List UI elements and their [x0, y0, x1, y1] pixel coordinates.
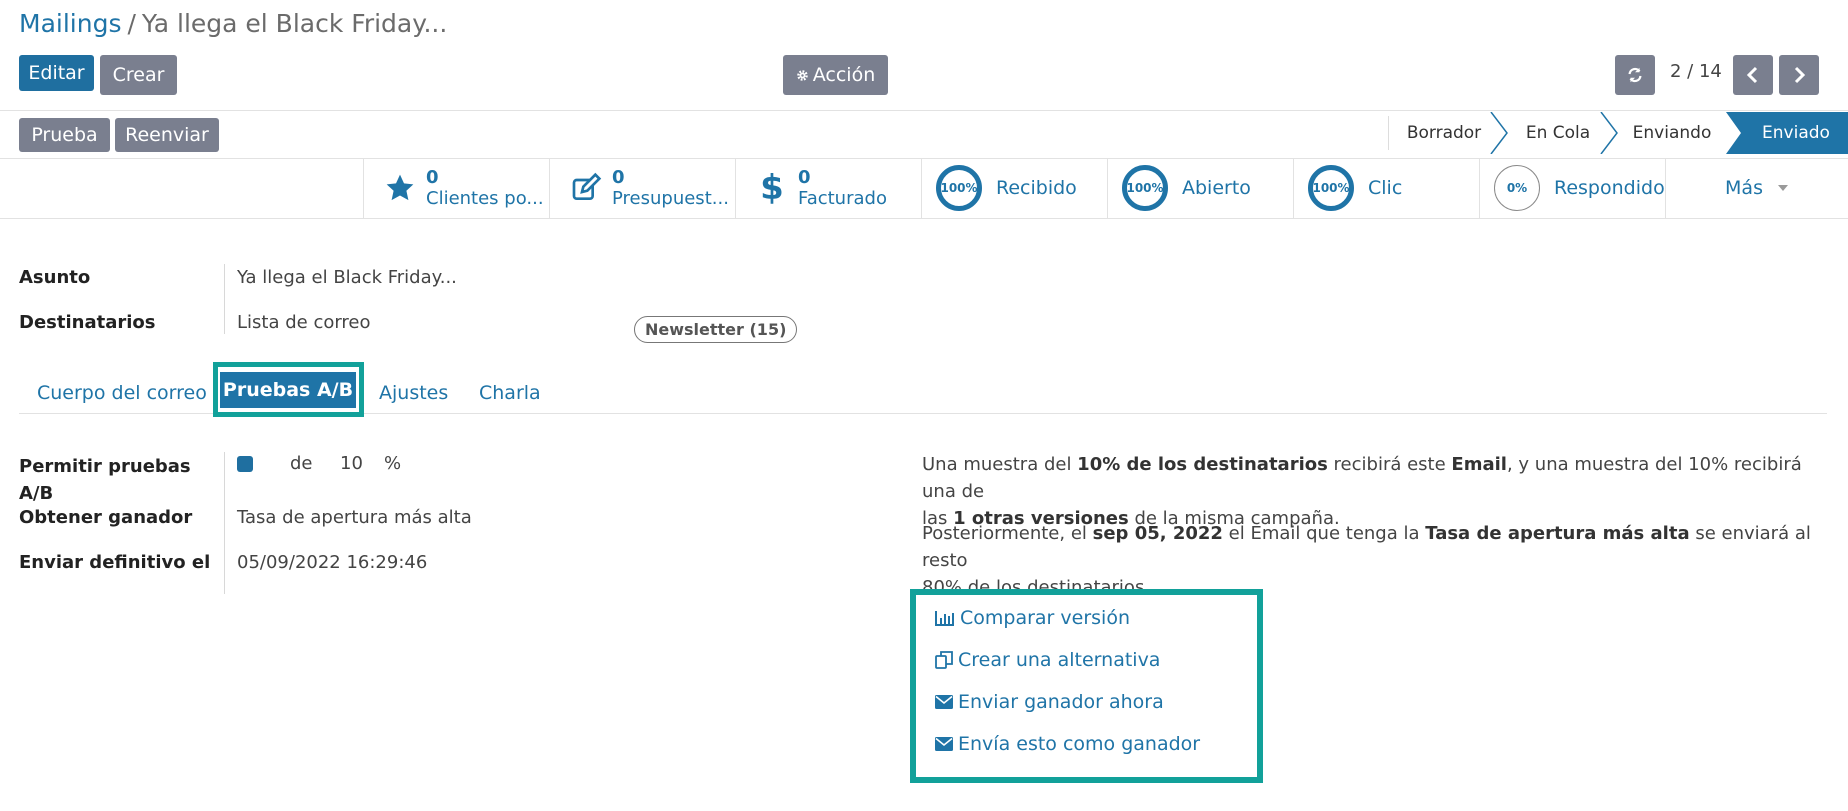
recipients-list-tag[interactable]: Newsletter (15) [634, 316, 798, 343]
allow-ab-label: Permitir pruebas A/B [19, 453, 191, 507]
create-alternative-label: Crear una alternativa [958, 649, 1161, 671]
envelope-icon [935, 695, 953, 709]
tab-ab-testing[interactable]: Pruebas A/B [220, 372, 356, 408]
ab-percent-input[interactable]: 10 [340, 453, 363, 474]
subject-value: Ya llega el Black Friday... [237, 267, 457, 288]
ab-de-label: de [290, 453, 313, 474]
stat-customers-button[interactable]: 0 Clientes po... [363, 158, 549, 218]
tab-chatter[interactable]: Charla [479, 376, 541, 410]
field-divider [224, 264, 225, 334]
recipients-label: Destinatarios [19, 312, 156, 333]
more-label: Más [1725, 177, 1763, 199]
recipients-model-value: Lista de correo [237, 312, 371, 333]
reload-button[interactable] [1615, 55, 1655, 95]
field-divider [224, 452, 225, 594]
stat-opened-label: Abierto [1182, 177, 1251, 199]
stat-clicked-label: Clic [1368, 177, 1403, 199]
send-as-winner-link[interactable]: Envía esto como ganador [935, 733, 1200, 755]
info-bold: Tasa de apertura más alta [1425, 523, 1690, 544]
status-queued[interactable]: En Cola [1512, 112, 1604, 154]
stat-quotations-label: Presupuest... [612, 188, 729, 209]
stat-invoiced-button[interactable]: $ 0 Facturado [735, 158, 921, 218]
send-final-value[interactable]: 05/09/2022 16:29:46 [237, 552, 427, 573]
edit-button[interactable]: Editar [19, 55, 94, 91]
breadcrumb: Mailings / Ya llega el Black Friday... [19, 6, 447, 42]
pager-next-button[interactable] [1779, 55, 1819, 95]
pager-value: 2 / 14 [1670, 61, 1722, 82]
create-alternative-link[interactable]: Crear una alternativa [935, 649, 1160, 671]
allow-ab-checkbox[interactable] [237, 456, 253, 472]
winner-label: Obtener ganador [19, 507, 193, 528]
bar-chart-icon [935, 611, 954, 626]
info-bold: Email [1451, 454, 1507, 475]
stat-customers-label: Clientes po... [426, 188, 544, 209]
breadcrumb-mailings-link[interactable]: Mailings [19, 9, 121, 38]
tab-mail-body[interactable]: Cuerpo del correo [37, 376, 207, 410]
stat-quotations-button[interactable]: 0 Presupuest... [549, 158, 735, 218]
status-draft[interactable]: Borrador [1396, 112, 1492, 154]
chevron-left-icon [1746, 66, 1758, 84]
stat-replied-button[interactable]: 0% Respondido [1479, 158, 1665, 218]
send-winner-now-label: Enviar ganador ahora [958, 691, 1164, 713]
resend-button[interactable]: Reenviar [115, 118, 219, 152]
send-final-label: Enviar definitivo el [19, 552, 211, 573]
divider [0, 218, 1848, 219]
status-arrow-active [1726, 112, 1746, 154]
send-winner-now-link[interactable]: Enviar ganador ahora [935, 691, 1164, 713]
breadcrumb-current: Ya llega el Black Friday... [141, 9, 448, 38]
star-icon [386, 174, 414, 201]
subject-label: Asunto [19, 267, 91, 288]
stat-invoiced-count: 0 [798, 167, 811, 188]
status-arrow [1490, 112, 1508, 154]
allow-ab-label-line2: A/B [19, 483, 54, 504]
create-button[interactable]: Crear [100, 55, 177, 95]
stat-received-label: Recibido [996, 177, 1077, 199]
stat-invoiced-label: Facturado [798, 188, 887, 209]
action-label: Acción [812, 64, 876, 86]
replied-gauge: 0% [1494, 165, 1540, 211]
stat-clicked-button[interactable]: 100% Clic [1293, 158, 1479, 218]
info-text: Una muestra del [922, 454, 1078, 475]
received-gauge: 100% [936, 165, 982, 211]
stat-opened-button[interactable]: 100% Abierto [1107, 158, 1293, 218]
info-text: el Email que tenga la [1222, 523, 1426, 544]
status-sent: Enviado [1744, 112, 1848, 154]
dollar-icon: $ [760, 168, 784, 208]
stat-received-button[interactable]: 100% Recibido [921, 158, 1107, 218]
status-bar-divider [1388, 116, 1389, 150]
status-sending[interactable]: Enviando [1622, 112, 1722, 154]
tab-settings[interactable]: Ajustes [379, 376, 448, 410]
chevron-right-icon [1794, 66, 1806, 84]
compare-version-link[interactable]: Comparar versión [935, 607, 1130, 629]
info-text: recibirá este [1327, 454, 1452, 475]
info-bold: 10% de los destinatarios [1077, 454, 1328, 475]
info-text: Posteriormente, el [922, 523, 1093, 544]
stat-quotations-count: 0 [612, 167, 625, 188]
test-button[interactable]: Prueba [19, 118, 110, 152]
ab-percent-sign: % [384, 453, 402, 474]
divider [0, 110, 1848, 111]
copy-icon [935, 651, 953, 669]
caret-down-icon [1777, 185, 1788, 191]
stat-replied-label: Respondido [1554, 177, 1665, 199]
clicked-gauge: 100% [1308, 165, 1354, 211]
info-bold: sep 05, 2022 [1092, 523, 1223, 544]
stat-customers-count: 0 [426, 167, 439, 188]
gear-icon [796, 69, 808, 81]
pager-previous-button[interactable] [1733, 55, 1773, 95]
refresh-icon [1628, 67, 1642, 83]
status-arrow [1600, 112, 1618, 154]
compare-version-label: Comparar versión [960, 607, 1130, 629]
stat-more-button[interactable]: Más [1665, 158, 1848, 218]
opened-gauge: 100% [1122, 165, 1168, 211]
breadcrumb-separator: / [127, 9, 136, 38]
action-button[interactable]: Acción [783, 55, 888, 95]
winner-value[interactable]: Tasa de apertura más alta [237, 507, 472, 528]
envelope-icon [935, 737, 953, 751]
edit-icon [572, 172, 602, 200]
send-as-winner-label: Envía esto como ganador [958, 733, 1201, 755]
allow-ab-label-line1: Permitir pruebas [19, 456, 191, 477]
